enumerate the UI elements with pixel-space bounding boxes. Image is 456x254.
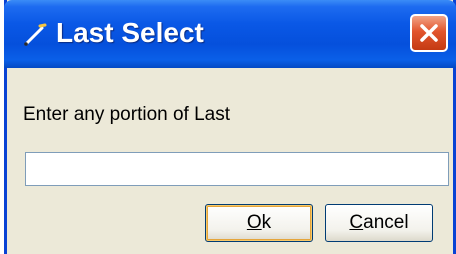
cancel-button[interactable]: Cancel <box>325 204 433 242</box>
last-select-dialog: Last Select Enter any portion of Last Ok… <box>4 0 456 254</box>
cancel-mnemonic: C <box>349 212 364 233</box>
ok-button[interactable]: Ok <box>205 204 313 242</box>
close-button[interactable] <box>410 14 448 52</box>
close-icon <box>420 24 438 42</box>
title-bar[interactable]: Last Select <box>4 0 456 68</box>
ok-label-rest: k <box>261 212 272 233</box>
pencil-icon <box>22 22 48 48</box>
last-name-input[interactable] <box>25 152 449 186</box>
ok-mnemonic: O <box>246 212 262 233</box>
window-title: Last Select <box>56 17 204 48</box>
cancel-label-rest: ancel <box>363 212 409 233</box>
prompt-label: Enter any portion of Last <box>23 104 231 125</box>
